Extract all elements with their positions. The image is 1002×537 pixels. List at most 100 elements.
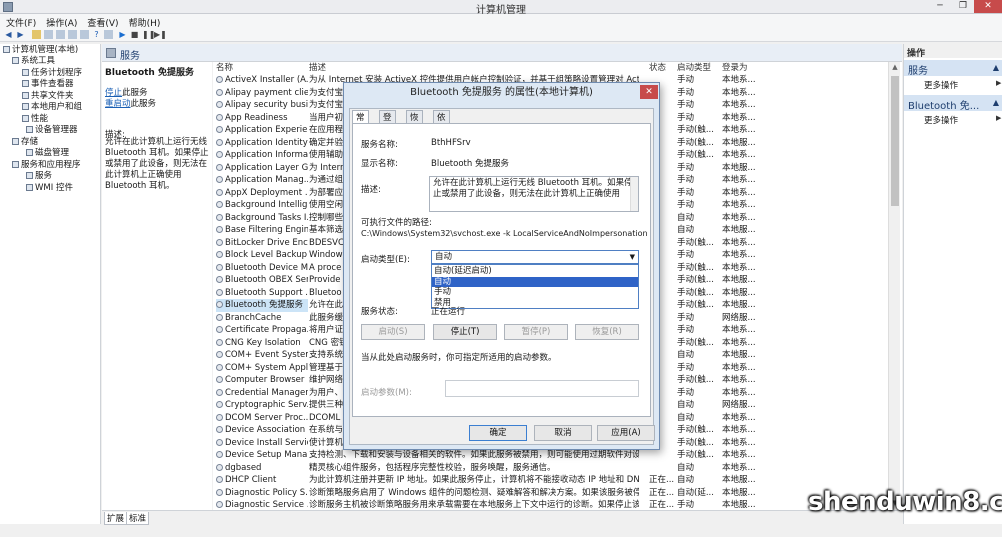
start-button[interactable]: 启动(S): [361, 324, 425, 340]
properties-icon[interactable]: [56, 30, 65, 39]
tree-item-local-users[interactable]: 本地用户和组: [22, 102, 82, 113]
menu-file[interactable]: 文件(F): [0, 14, 40, 29]
tree-item-services[interactable]: 服务: [26, 171, 52, 182]
tree-item-services-apps[interactable]: 服务和应用程序: [12, 160, 81, 171]
pause-button[interactable]: 暂停(P): [504, 324, 568, 340]
menu-action[interactable]: 操作(A): [40, 14, 81, 29]
tree-item-task-scheduler[interactable]: 任务计划程序: [22, 68, 82, 79]
service-name-cell: Computer Browser: [216, 374, 308, 387]
collapse-icon[interactable]: ▲: [993, 98, 999, 107]
column-header-description[interactable]: 描述: [309, 62, 326, 74]
export-list-icon[interactable]: [80, 30, 89, 39]
maximize-button[interactable]: ❐: [951, 0, 975, 13]
description-textbox[interactable]: 允许在此计算机上运行无线 Bluetooth 耳机。如果停止或禁用了此设备，则无…: [429, 176, 639, 212]
refresh-icon[interactable]: [68, 30, 77, 39]
minimize-button[interactable]: ─: [928, 0, 952, 13]
view-icon[interactable]: [104, 30, 113, 39]
start-service-icon[interactable]: ▶: [118, 30, 127, 39]
display-name-label: 显示名称:: [361, 159, 398, 169]
tree-item-disk-management[interactable]: 磁盘管理: [26, 148, 69, 159]
column-header-status[interactable]: 状态: [649, 62, 666, 74]
collapse-icon[interactable]: ▲: [993, 63, 999, 72]
display-name-value: Bluetooth 免提服务: [431, 159, 509, 169]
dialog-title: Bluetooth 免提服务 的属性(本地计算机): [410, 87, 593, 98]
column-header-startup-type[interactable]: 启动类型: [677, 62, 711, 74]
more-actions-bluetooth[interactable]: 更多操作: [924, 114, 958, 126]
tree-item-performance[interactable]: 性能: [22, 114, 48, 125]
service-name-cell: Diagnostic Service ...: [216, 499, 308, 510]
table-row[interactable]: Device Setup Mana... 支持检测、下载和安装与设备相关的软件。如…: [213, 449, 902, 462]
tab-recovery[interactable]: 恢复: [406, 110, 423, 137]
startup-option-delayed[interactable]: 自动(延迟启动): [432, 266, 638, 277]
ok-button[interactable]: 确定: [469, 425, 527, 441]
tab-extended[interactable]: 扩展: [104, 512, 128, 525]
dialog-close-button[interactable]: ✕: [640, 85, 658, 99]
gear-icon: [216, 388, 223, 396]
service-startup-cell: 手动(触...: [677, 450, 714, 460]
more-actions-services[interactable]: 更多操作: [924, 79, 958, 91]
table-row[interactable]: Diagnostic Service ... 诊断服务主机被诊断策略服务用来承载需…: [213, 499, 902, 510]
cancel-button[interactable]: 取消: [534, 425, 592, 441]
tree-item-wmi[interactable]: WMI 控件: [26, 183, 73, 194]
menu-view[interactable]: 查看(V): [81, 14, 122, 29]
scrollbar-thumb[interactable]: [891, 76, 899, 206]
scroll-up-icon[interactable]: ▲: [890, 63, 900, 73]
gear-icon: [216, 251, 223, 258]
folder-up-icon[interactable]: [32, 30, 41, 39]
tree-item-system-tools[interactable]: 系统工具: [12, 56, 55, 67]
service-startup-cell: 手动: [677, 175, 695, 185]
back-icon[interactable]: ◀: [4, 30, 13, 39]
tree-item-computer-management[interactable]: 计算机管理(本地): [3, 45, 78, 56]
actions-section-bluetooth[interactable]: Bluetooth 免... ▲: [904, 95, 1002, 112]
column-header-logon-as[interactable]: 登录为: [722, 62, 748, 74]
startup-option-auto[interactable]: 自动: [432, 276, 638, 287]
service-logon-cell: 本地系...: [722, 237, 756, 248]
service-logon-cell: 本地系...: [722, 425, 756, 435]
tree-item-device-manager[interactable]: 设备管理器: [26, 125, 78, 136]
chevron-down-icon[interactable]: ▼: [630, 251, 635, 263]
service-name-value: BthHFSrv: [431, 138, 471, 148]
start-params-label: 启动参数(M):: [361, 388, 412, 398]
tree-item-storage[interactable]: 存储: [12, 137, 38, 148]
service-startup-cell: 手动(触...: [677, 262, 714, 273]
list-vertical-scrollbar[interactable]: ▲ ▼: [888, 62, 900, 510]
help-icon[interactable]: ?: [92, 30, 101, 39]
stop-service-icon[interactable]: ■: [130, 30, 139, 39]
restart-service-link[interactable]: 重启动: [105, 99, 131, 109]
service-startup-cell: 手动: [677, 325, 695, 335]
show-tree-icon[interactable]: [44, 30, 53, 39]
column-header-name[interactable]: 名称: [216, 62, 233, 74]
tab-dependencies[interactable]: 依存关系: [433, 110, 450, 165]
start-params-input[interactable]: [445, 380, 639, 397]
menu-help[interactable]: 帮助(H): [123, 14, 165, 29]
startup-type-select[interactable]: 自动 ▼: [431, 250, 639, 264]
table-row[interactable]: Diagnostic Policy S... 诊断策略服务启用了 Windows …: [213, 487, 902, 500]
startup-option-manual[interactable]: 手动: [432, 287, 638, 298]
apply-button[interactable]: 应用(A): [597, 425, 655, 441]
tree-item-event-viewer[interactable]: 事件查看器: [22, 79, 74, 90]
menu-bar: 文件(F) 操作(A) 查看(V) 帮助(H): [0, 14, 1002, 29]
description-scrollbar[interactable]: [630, 177, 638, 211]
pause-service-icon[interactable]: ❚❚: [142, 30, 155, 39]
service-logon-cell: 本地服...: [722, 487, 756, 498]
tab-logon[interactable]: 登录: [379, 110, 396, 137]
actions-section-services[interactable]: 服务 ▲: [904, 60, 1002, 77]
service-name-cell: Application Manag...: [216, 174, 308, 187]
service-startup-cell: 手动: [677, 100, 695, 110]
restart-service-icon[interactable]: ▶❚: [154, 30, 167, 39]
service-logon-cell: 本地系...: [722, 450, 756, 460]
clock-icon: [22, 69, 29, 76]
service-startup-cell: 手动(触...: [677, 137, 714, 148]
forward-icon[interactable]: ▶: [16, 30, 25, 39]
tab-standard[interactable]: 标准: [126, 512, 150, 525]
gear-icon: [216, 201, 223, 208]
service-logon-cell: 本地系...: [722, 387, 756, 398]
stop-button[interactable]: 停止(T): [433, 324, 497, 340]
table-row[interactable]: DHCP Client 为此计算机注册并更新 IP 地址。如果此服务停止，计算机将…: [213, 474, 902, 487]
close-button[interactable]: ✕: [974, 0, 1002, 13]
service-logon-cell: 本地系...: [722, 200, 756, 210]
services-header: 服务: [102, 44, 902, 62]
resume-button[interactable]: 恢复(R): [575, 324, 639, 340]
tree-item-shared-folders[interactable]: 共享文件夹: [22, 91, 74, 102]
table-row[interactable]: dgbased 精灵核心组件服务，包括程序完整性校验，服务唤醒，服务通信。 自动 本地…: [213, 462, 902, 475]
